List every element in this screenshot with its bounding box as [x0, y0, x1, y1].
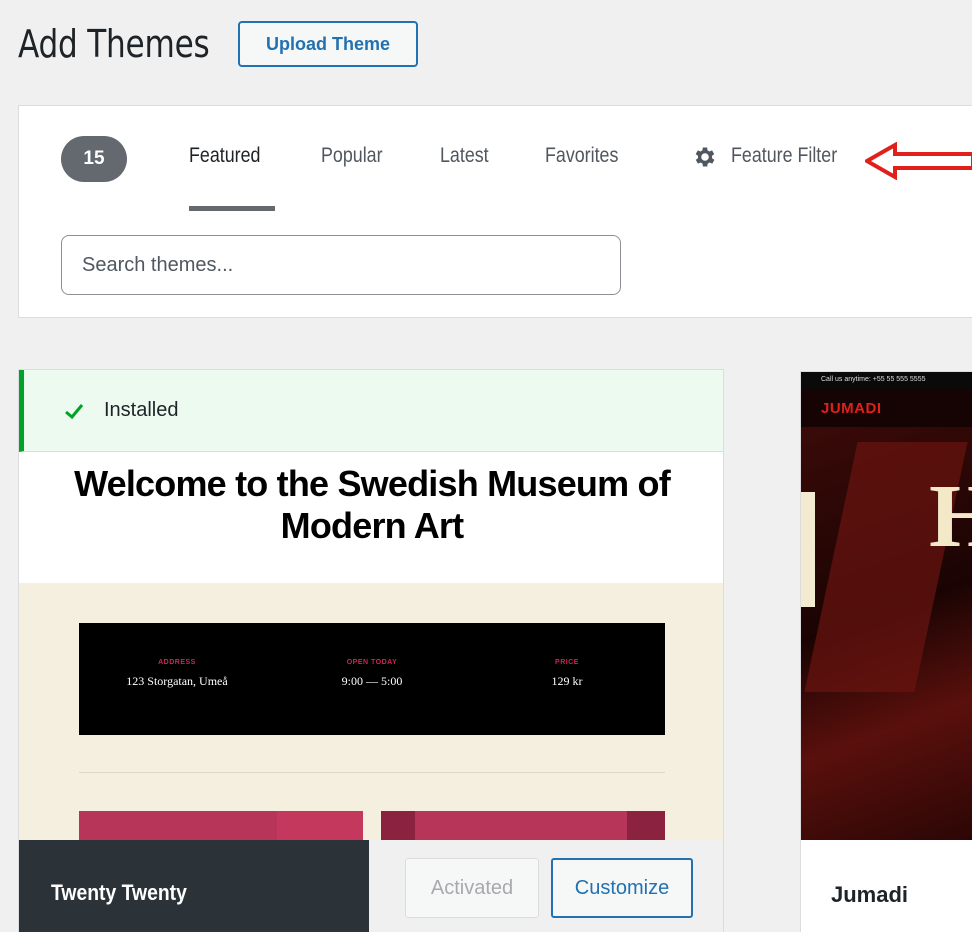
theme-card-jumadi[interactable]: Call us anytime: +55 55 555 5555 JUMADI … [800, 371, 972, 932]
activated-button: Activated [405, 858, 539, 918]
info-price: PRICE 129 kr [477, 659, 657, 689]
theme-card-footer: Jumadi [801, 840, 972, 932]
theme-actions: Activated Customize [369, 840, 723, 932]
check-icon [65, 403, 84, 419]
screenshot-brand: JUMADI [821, 400, 882, 417]
theme-card-footer: Twenty Twenty Activated Customize [19, 840, 723, 932]
customize-button[interactable]: Customize [551, 858, 693, 918]
upload-theme-button[interactable]: Upload Theme [238, 21, 418, 67]
info-label: OPEN TODAY [346, 659, 398, 666]
theme-name: Twenty Twenty [51, 880, 187, 905]
screenshot-social-icons [801, 492, 815, 607]
screenshot-header: Welcome to the Swedish Museum of Modern … [19, 453, 723, 583]
installed-notice: Installed [19, 370, 723, 452]
tab-latest[interactable]: Latest [440, 144, 489, 168]
annotation-arrow-icon [865, 142, 972, 180]
info-open-today: OPEN TODAY 9:00 — 5:00 [282, 659, 462, 689]
info-label: ADDRESS [158, 659, 196, 666]
theme-filter-bar: 15 Featured Popular Latest Favorites Fea… [18, 105, 972, 318]
info-value: 9:00 — 5:00 [341, 674, 403, 688]
search-themes-input[interactable] [61, 235, 621, 295]
tab-favorites[interactable]: Favorites [545, 144, 618, 168]
info-address: ADDRESS 123 Storgatan, Umeå [87, 659, 267, 689]
tab-featured[interactable]: Featured [189, 144, 260, 168]
installed-label: Installed [104, 399, 179, 421]
theme-name: Jumadi [831, 882, 909, 907]
feature-filter-link[interactable]: Feature Filter [731, 144, 837, 168]
screenshot-divider [79, 772, 665, 773]
theme-screenshot[interactable]: Welcome to the Swedish Museum of Modern … [19, 453, 723, 891]
theme-screenshot[interactable]: Call us anytime: +55 55 555 5555 JUMADI … [801, 372, 972, 840]
theme-count-badge: 15 [61, 136, 127, 182]
screenshot-headline: Welcome to the Swedish Museum of Modern … [74, 463, 671, 546]
theme-card-twenty-twenty[interactable]: Installed Welcome to the Swedish Museum … [18, 369, 724, 932]
info-value: 123 Storgatan, Umeå [126, 674, 228, 688]
page-title: Add Themes [18, 22, 210, 66]
info-value: 129 kr [551, 674, 583, 688]
screenshot-topbar: Call us anytime: +55 55 555 5555 [801, 372, 972, 390]
tab-popular[interactable]: Popular [321, 144, 383, 168]
screenshot-hero-letter: H [929, 472, 972, 562]
info-label: PRICE [555, 659, 579, 666]
gear-icon[interactable] [692, 144, 718, 170]
active-tab-indicator [189, 206, 275, 211]
screenshot-info-bar: ADDRESS 123 Storgatan, Umeå OPEN TODAY 9… [79, 623, 665, 735]
